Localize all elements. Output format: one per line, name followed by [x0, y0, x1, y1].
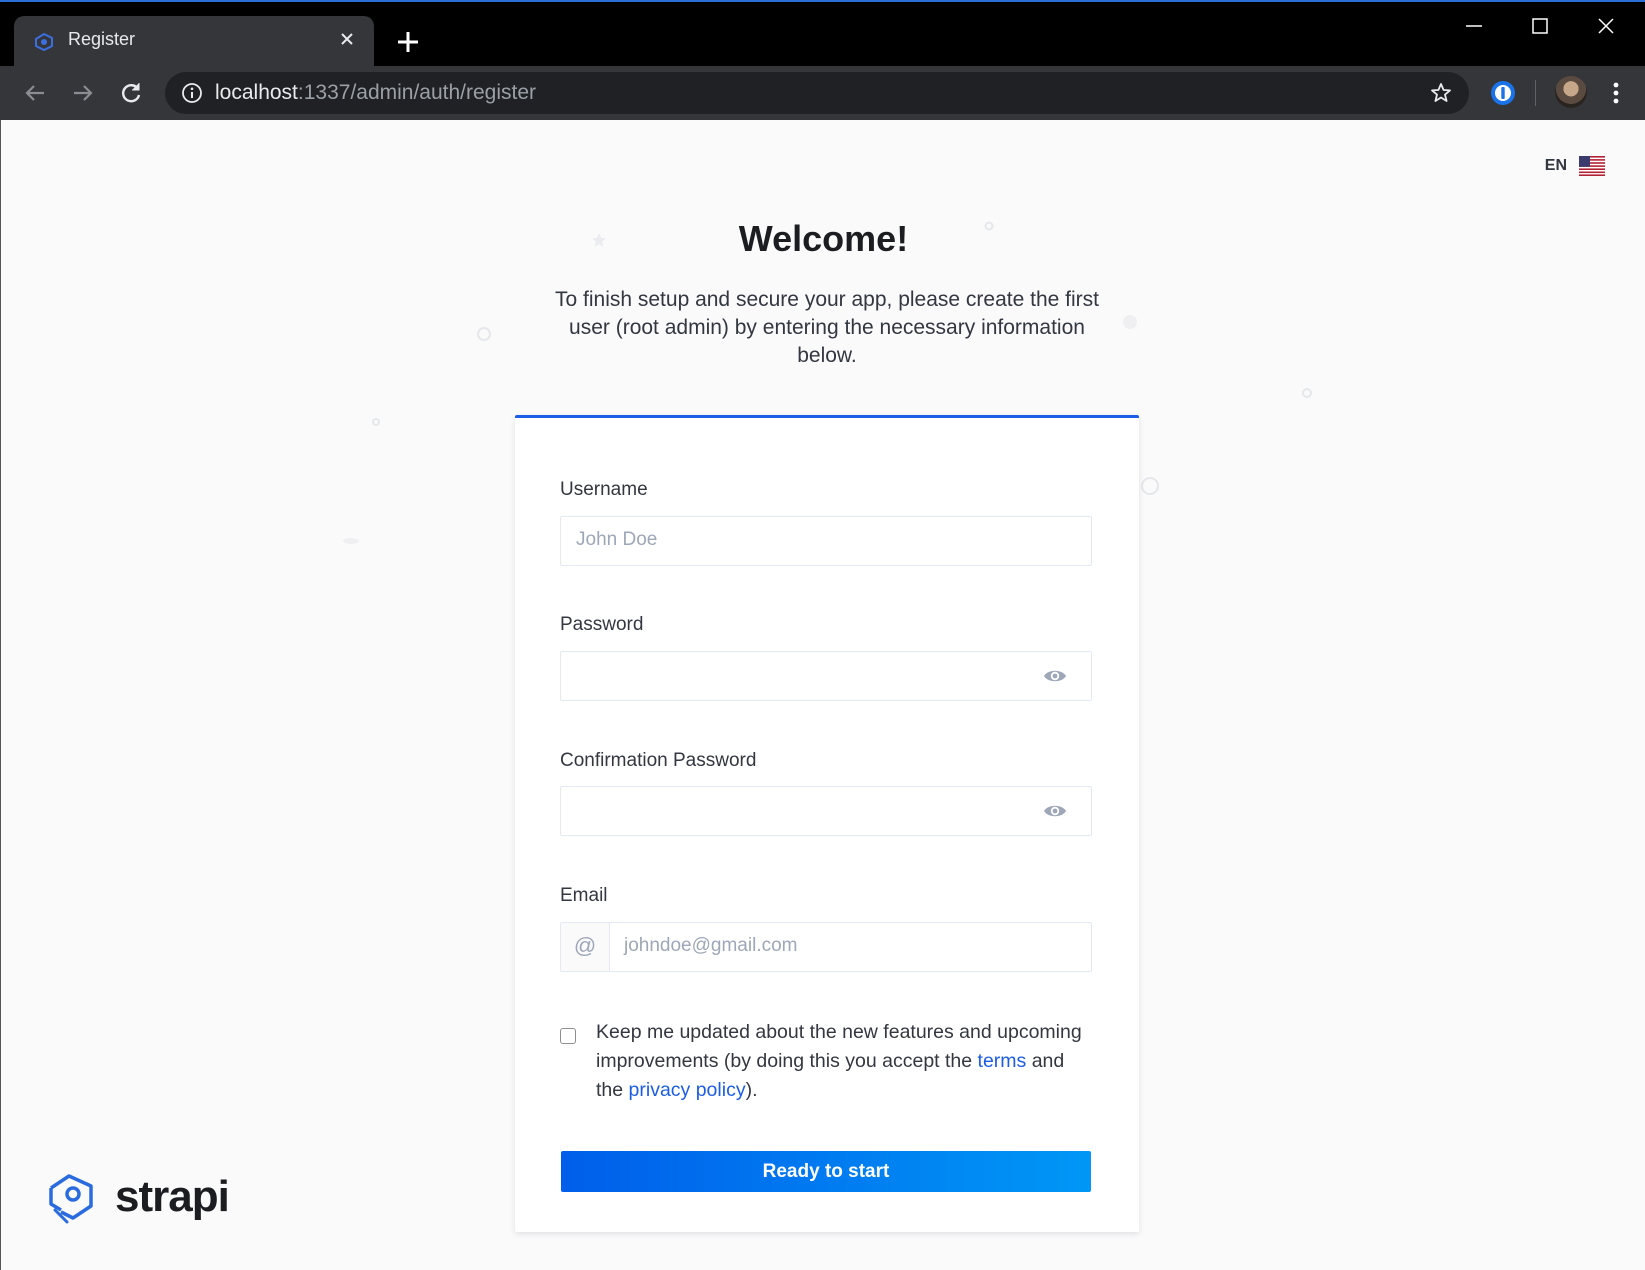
- password-manager-extension-icon[interactable]: [1488, 78, 1518, 108]
- us-flag-icon: [1579, 156, 1605, 176]
- username-label: Username: [560, 479, 648, 500]
- privacy-policy-link[interactable]: privacy policy: [629, 1079, 746, 1101]
- back-arrow-icon[interactable]: [20, 78, 50, 108]
- ready-to-start-button[interactable]: Ready to start: [561, 1151, 1091, 1192]
- email-label: Email: [560, 885, 608, 906]
- url-path: :1337/admin/auth/register: [297, 81, 537, 104]
- url-text: localhost:1337/admin/auth/register: [215, 81, 536, 105]
- register-page: EN Welcome! To finish setup and secure y…: [0, 120, 1645, 1270]
- language-selector[interactable]: EN: [1545, 156, 1605, 176]
- new-tab-icon[interactable]: [392, 26, 424, 58]
- strapi-wordmark: strapi: [115, 1172, 230, 1221]
- url-host: localhost: [215, 81, 298, 104]
- toolbar-separator: [1535, 80, 1536, 106]
- browser-titlebar: Register: [0, 0, 1645, 68]
- strapi-favicon-icon: [35, 32, 53, 52]
- tab-title: Register: [68, 29, 136, 49]
- show-password-eye-icon[interactable]: [1043, 666, 1067, 686]
- password-input[interactable]: [560, 651, 1092, 701]
- decorative-circle-icon: [1141, 477, 1159, 495]
- welcome-heading: Welcome!: [738, 218, 909, 259]
- minimize-icon[interactable]: [1462, 14, 1486, 38]
- confirm-password-input[interactable]: [560, 786, 1092, 836]
- strapi-logo-icon: [49, 1174, 93, 1224]
- decorative-dash-icon: [343, 538, 359, 544]
- register-form-card: Username John Doe Password Confirmation …: [515, 415, 1139, 1232]
- decorative-dot-icon: [1123, 315, 1137, 329]
- show-confirm-password-eye-icon[interactable]: [1043, 801, 1067, 821]
- newsletter-consent-text: Keep me updated about the new features a…: [596, 1018, 1096, 1105]
- username-placeholder: John Doe: [576, 529, 658, 550]
- decorative-circle-icon: [372, 418, 380, 426]
- browser-tab[interactable]: Register: [14, 16, 374, 68]
- profile-avatar[interactable]: [1555, 76, 1587, 108]
- setup-instructions: To finish setup and secure your app, ple…: [555, 288, 1099, 367]
- forward-arrow-icon[interactable]: [68, 78, 98, 108]
- address-bar[interactable]: localhost:1337/admin/auth/register: [165, 72, 1469, 114]
- terms-link[interactable]: terms: [978, 1050, 1027, 1072]
- decorative-circle-icon: [1302, 388, 1312, 398]
- decorative-circle-icon: [477, 327, 491, 341]
- password-label: Password: [560, 614, 644, 635]
- consent-text-end: ).: [745, 1079, 758, 1101]
- site-info-icon[interactable]: [181, 82, 203, 104]
- newsletter-checkbox[interactable]: [560, 1028, 576, 1044]
- browser-menu-icon[interactable]: [1608, 79, 1624, 107]
- browser-toolbar: localhost:1337/admin/auth/register: [0, 66, 1645, 120]
- maximize-icon[interactable]: [1528, 14, 1552, 38]
- username-input[interactable]: John Doe: [560, 516, 1092, 566]
- email-placeholder: johndoe@gmail.com: [624, 935, 798, 956]
- language-label: EN: [1544, 157, 1567, 174]
- bookmark-star-icon[interactable]: [1429, 81, 1453, 105]
- reload-icon[interactable]: [116, 78, 146, 108]
- confirm-password-label: Confirmation Password: [560, 750, 757, 771]
- window-close-icon[interactable]: [1594, 14, 1618, 38]
- email-at-prefix: @: [561, 923, 610, 971]
- email-input[interactable]: @ johndoe@gmail.com: [560, 922, 1092, 972]
- tab-close-icon[interactable]: [334, 26, 360, 52]
- strapi-logo: strapi: [45, 1170, 230, 1224]
